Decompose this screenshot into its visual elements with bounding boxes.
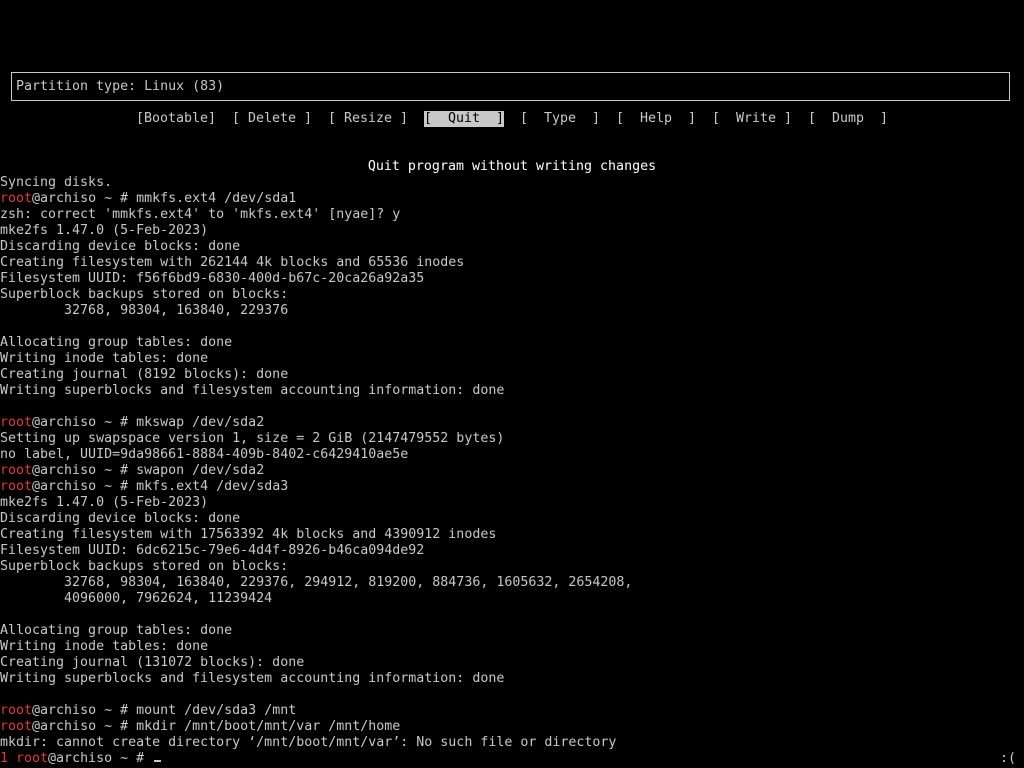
command-text: mkfs.ext4 /dev/sda3 (136, 479, 289, 494)
prompt-host: @archiso ~ # (32, 719, 137, 734)
output-line: 32768, 98304, 163840, 229376 (0, 303, 289, 318)
output-line: Writing inode tables: done (0, 351, 209, 366)
output-line: no label, UUID=9da98661-8884-409b-8402-c… (0, 447, 409, 462)
text-cursor (154, 760, 162, 762)
delete-button[interactable]: [ Delete ] (232, 111, 312, 127)
shell-status-indicator: :( (999, 751, 1016, 766)
quit-button[interactable]: [ Quit ] (424, 111, 505, 127)
terminal-screen[interactable]: Partition type: Linux (83) [Bootable] [ … (0, 0, 1024, 768)
write-button[interactable]: [ Write ] (712, 111, 792, 127)
command-line: root@archiso ~ # mkdir /mnt/boot/mnt/var… (0, 719, 1024, 735)
output-line: Creating journal (131072 blocks): done (0, 655, 305, 670)
exit-status-prefix: 1 (0, 751, 17, 766)
help-button[interactable]: [ Help ] (616, 111, 696, 127)
cfdisk-menu-bar: [Bootable] [ Delete ] [ Resize ] [ Quit … (0, 111, 1024, 127)
output-line: mke2fs 1.47.0 (5-Feb-2023) (0, 495, 209, 510)
terminal-output: Syncing disks. root@archiso ~ # mmkfs.ext… (0, 175, 1024, 767)
command-text: mount /dev/sda3 /mnt (136, 703, 297, 718)
command-line: root@archiso ~ # mount /dev/sda3 /mnt (0, 703, 1024, 719)
partition-info-box: Partition type: Linux (83) (11, 72, 1010, 101)
output-line: Setting up swapspace version 1, size = 2… (0, 431, 505, 446)
prompt-user: root (0, 463, 33, 478)
prompt-user: root (0, 479, 33, 494)
output-line: Discarding device blocks: done (0, 239, 241, 254)
command-line: root@archiso ~ # mkfs.ext4 /dev/sda3 (0, 479, 1024, 495)
output-line: Filesystem UUID: 6dc6215c-79e6-4d4f-8926… (0, 543, 425, 558)
output-line: Creating filesystem with 17563392 4k blo… (0, 527, 497, 542)
output-line: mke2fs 1.47.0 (5-Feb-2023) (0, 223, 209, 238)
resize-button[interactable]: [ Resize ] (328, 111, 408, 127)
output-line: Writing superblocks and filesystem accou… (0, 383, 505, 398)
output-line: Allocating group tables: done (0, 335, 233, 350)
bootable-button[interactable]: [Bootable] (136, 111, 216, 127)
output-line: Allocating group tables: done (0, 623, 233, 638)
command-text: mmkfs.ext4 /dev/sda1 (136, 191, 297, 206)
output-line: Writing inode tables: done (0, 639, 209, 654)
partition-type-text: Partition type: Linux (83) (16, 79, 225, 94)
prompt-user: root (0, 415, 33, 430)
command-line: root@archiso ~ # mmkfs.ext4 /dev/sda1 (0, 191, 1024, 207)
output-line: 32768, 98304, 163840, 229376, 294912, 81… (0, 575, 633, 590)
output-line: zsh: correct 'mmkfs.ext4' to 'mkfs.ext4'… (0, 207, 401, 222)
command-line: root@archiso ~ # swapon /dev/sda2 (0, 463, 1024, 479)
output-line: Creating filesystem with 262144 4k block… (0, 255, 465, 270)
prompt-host: @archiso ~ # (48, 751, 153, 766)
output-line: Filesystem UUID: f56f6bd9-6830-400d-b67c… (0, 271, 425, 286)
output-line: 4096000, 7962624, 11239424 (0, 591, 273, 606)
prompt-user: root (0, 703, 33, 718)
command-text: mkswap /dev/sda2 (136, 415, 265, 430)
output-line: Creating journal (8192 blocks): done (0, 367, 289, 382)
dump-button[interactable]: [ Dump ] (808, 111, 888, 127)
output-line: Superblock backups stored on blocks: (0, 287, 289, 302)
prompt-host: @archiso ~ # (32, 191, 137, 206)
menu-hint-text: Quit program without writing changes (367, 159, 657, 174)
prompt-host: @archiso ~ # (32, 415, 137, 430)
output-line: Writing superblocks and filesystem accou… (0, 671, 505, 686)
command-line: root@archiso ~ # mkswap /dev/sda2 (0, 415, 1024, 431)
prompt-user: root (16, 751, 49, 766)
prompt-host: @archiso ~ # (32, 463, 137, 478)
prompt-user: root (0, 191, 33, 206)
output-line: Syncing disks. (0, 175, 113, 190)
type-button[interactable]: [ Type ] (520, 111, 600, 127)
output-line: mkdir: cannot create directory ‘/mnt/boo… (0, 735, 617, 750)
command-text: mkdir /mnt/boot/mnt/var /mnt/home (136, 719, 401, 734)
output-line: Discarding device blocks: done (0, 511, 241, 526)
command-text: swapon /dev/sda2 (136, 463, 265, 478)
prompt-host: @archiso ~ # (32, 479, 137, 494)
prompt-user: root (0, 719, 33, 734)
active-prompt-line[interactable]: 1 root@archiso ~ # (0, 751, 1024, 767)
prompt-host: @archiso ~ # (32, 703, 137, 718)
output-line: Superblock backups stored on blocks: (0, 559, 289, 574)
